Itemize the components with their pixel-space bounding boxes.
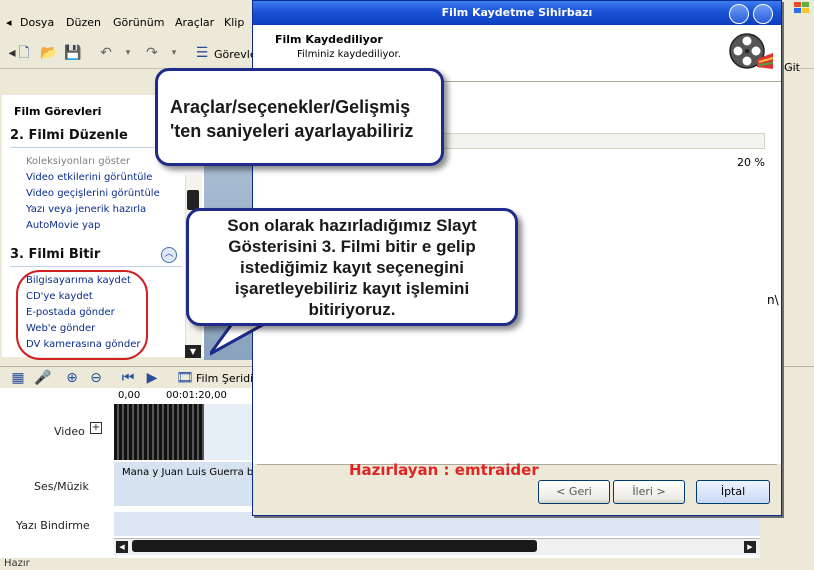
wizard-title-bar: Film Kaydetme Sihirbazı <box>253 1 781 25</box>
close-icon[interactable] <box>753 4 773 24</box>
play-icon[interactable]: ▶ <box>144 370 160 386</box>
wizard-step-subtitle: Filminiz kaydediliyor. <box>297 49 401 60</box>
scroll-left-icon[interactable]: ◀ <box>116 541 128 553</box>
author-credit: Hazırlayan : emtraider <box>349 461 539 479</box>
partial-path-text: n\ <box>767 293 779 307</box>
link-show-collections[interactable]: Koleksiyonları göster <box>26 156 130 167</box>
highlight-circle <box>16 270 148 360</box>
expand-track-icon[interactable]: + <box>90 422 102 434</box>
minimize-icon[interactable] <box>729 4 749 24</box>
wizard-title: Film Kaydetme Sihirbazı <box>441 6 593 19</box>
chevron-down-icon[interactable]: ▾ <box>166 45 182 61</box>
storyboard-button-label[interactable]: Film Şeridi' <box>196 372 256 385</box>
tasks-button-label[interactable]: Görevle <box>214 48 257 61</box>
task-pane-header: Film Görevleri <box>14 105 102 118</box>
narrate-mic-icon[interactable]: 🎤 <box>34 370 51 386</box>
zoom-out-icon[interactable]: ⊖ <box>88 370 104 386</box>
menu-araclar[interactable]: Araçlar <box>175 16 214 29</box>
status-text: Hazır <box>4 558 30 569</box>
back-button[interactable]: < Geri <box>538 480 610 504</box>
scroll-right-icon[interactable]: ▶ <box>744 541 756 553</box>
track-label-video: Video <box>54 425 85 438</box>
rewind-icon[interactable]: ⏮ <box>120 370 136 386</box>
new-project-icon[interactable]: 🗋 <box>16 45 32 61</box>
goto-label[interactable]: Git <box>784 61 800 74</box>
callout-bottom: Son olarak hazırladığımız Slayt Gösteris… <box>186 208 518 326</box>
callout-top-text: Araçlar/seçenekler/Gelişmiş 'ten saniyel… <box>170 97 414 141</box>
zoom-in-icon[interactable]: ⊕ <box>64 370 80 386</box>
link-automovie[interactable]: AutoMovie yap <box>26 220 100 231</box>
film-reel-icon <box>729 33 774 69</box>
callout-top: Araçlar/seçenekler/Gelişmiş 'ten saniyel… <box>155 68 444 166</box>
redo-icon[interactable]: ↷ <box>144 45 160 61</box>
track-label-audio: Ses/Müzik <box>34 480 89 493</box>
callout-bottom-text: Son olarak hazırladığımız Slayt Gösteris… <box>227 216 477 319</box>
open-folder-icon[interactable]: 📂 <box>40 45 57 61</box>
status-bar: Hazır <box>0 558 814 570</box>
scroll-down-icon[interactable]: ▼ <box>185 345 201 358</box>
hscrollbar-thumb[interactable] <box>132 540 537 552</box>
menu-gorunum[interactable]: Görünüm <box>113 16 164 29</box>
section-finish-movie[interactable]: 3. Filmi Bitir <box>10 247 100 262</box>
windows-logo-icon <box>794 2 809 13</box>
menu-duzen[interactable]: Düzen <box>66 16 101 29</box>
link-video-transitions[interactable]: Video geçişlerini görüntüle <box>26 188 160 199</box>
chevron-down-icon[interactable]: ▾ <box>120 45 136 61</box>
divider <box>10 266 182 267</box>
audio-clip-name[interactable]: Mana y Juan Luis Guerra be <box>122 467 259 478</box>
storyboard-toggle-icon[interactable]: ▦ <box>10 370 26 386</box>
menu-arrow-icon: ◂ <box>6 16 12 29</box>
section-edit-movie[interactable]: 2. Filmi Düzenle <box>10 128 128 143</box>
menu-dosya[interactable]: Dosya <box>20 16 54 29</box>
save-icon[interactable]: 💾 <box>64 45 81 61</box>
progress-percent: 20 % <box>737 156 765 169</box>
cancel-button[interactable]: İptal <box>696 480 770 504</box>
film-strip-icon[interactable]: 🎞 <box>176 370 194 386</box>
scrollbar-thumb[interactable] <box>187 190 199 210</box>
next-button[interactable]: İleri > <box>613 480 685 504</box>
link-titles-credits[interactable]: Yazı veya jenerik hazırla <box>26 204 146 215</box>
ruler-tick-label: 00:01:20,00 <box>166 390 227 401</box>
wizard-step-title: Film Kaydediliyor <box>275 33 383 46</box>
link-video-effects[interactable]: Video etkilerini görüntüle <box>26 172 152 183</box>
track-label-overlay: Yazı Bindirme <box>16 519 90 532</box>
menu-klip[interactable]: Klip <box>224 16 244 29</box>
ruler-tick-label: 0,00 <box>118 390 141 401</box>
undo-icon[interactable]: ↶ <box>98 45 114 61</box>
video-clip[interactable] <box>114 404 204 460</box>
tasks-icon[interactable]: ☰ <box>194 45 210 61</box>
collapse-chevron-icon[interactable]: ︿ <box>161 247 177 263</box>
